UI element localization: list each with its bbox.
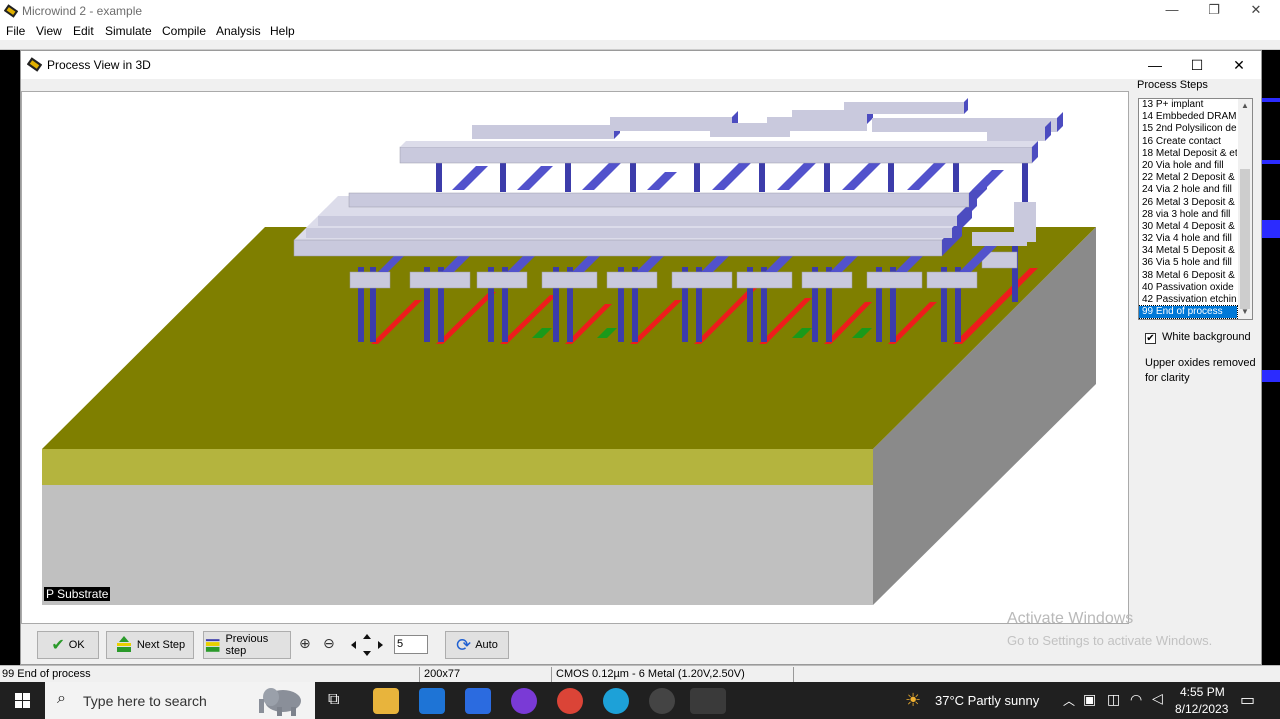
- scroll-up-icon[interactable]: ▲: [1238, 101, 1252, 110]
- 3d-process-viewport[interactable]: P Substrate: [21, 91, 1129, 624]
- white-background-label: White background: [1162, 331, 1251, 343]
- zoom-in-icon[interactable]: ⊕: [299, 635, 311, 652]
- weather-text[interactable]: 37°C Partly sunny: [935, 693, 1039, 708]
- layout-canvas-left: [0, 50, 20, 665]
- step-item[interactable]: 28 via 3 hole and fill: [1139, 209, 1237, 221]
- elephant-icon: [259, 688, 301, 716]
- metal-layer-bars-lower: [293, 175, 987, 257]
- previous-step-button[interactable]: Previous step: [203, 631, 291, 659]
- step-item[interactable]: 18 Metal Deposit & et: [1139, 148, 1237, 160]
- step-item[interactable]: 38 Metal 6 Deposit &: [1139, 270, 1237, 282]
- process-steps-title: Process Steps: [1137, 79, 1208, 91]
- auto-button[interactable]: ⟳ Auto: [445, 631, 509, 659]
- step-item[interactable]: 42 Passivation etchin: [1139, 294, 1237, 306]
- windows-taskbar: ⌕ Type here to search ⧉ ☀ 37°C Partly su…: [0, 682, 1280, 719]
- previous-step-icon: [205, 639, 220, 652]
- menu-file[interactable]: File: [6, 24, 25, 38]
- clock-time[interactable]: 4:55 PM: [1180, 685, 1225, 699]
- menu-analysis[interactable]: Analysis: [216, 24, 261, 38]
- copilot-icon[interactable]: [511, 688, 537, 714]
- dialog-close-button[interactable]: ✕: [1219, 54, 1259, 76]
- menu-edit[interactable]: Edit: [73, 24, 94, 38]
- substrate-label: P Substrate: [44, 587, 111, 601]
- mail-icon[interactable]: [419, 688, 445, 714]
- substrate-top-layer: [42, 449, 873, 485]
- toolbar: [0, 40, 1280, 50]
- microwind-app-icon: [4, 4, 18, 18]
- step-item[interactable]: 40 Passivation oxide: [1139, 282, 1237, 294]
- task-view-icon[interactable]: ⧉: [328, 691, 339, 709]
- step-item[interactable]: 13 P+ implant: [1139, 99, 1237, 111]
- store-icon[interactable]: [465, 688, 491, 714]
- menu-view[interactable]: View: [36, 24, 62, 38]
- search-placeholder: Type here to search: [83, 693, 207, 709]
- app-restore-button[interactable]: ❐: [1192, 0, 1236, 22]
- media-player-icon[interactable]: [649, 688, 675, 714]
- process-steps-list[interactable]: 13 P+ implant 14 Embbeded DRAM 15 2nd Po…: [1138, 98, 1253, 320]
- menu-compile[interactable]: Compile: [162, 24, 206, 38]
- statusbar: 99 End of process 200x77 CMOS 0.12µm - 6…: [0, 665, 1280, 682]
- step-item[interactable]: 34 Metal 5 Deposit &: [1139, 245, 1237, 257]
- ok-button[interactable]: ✔ OK: [37, 631, 99, 659]
- dialog-titlebar: Process View in 3D — ☐ ✕: [21, 51, 1261, 79]
- microwind-dialog-icon: [27, 57, 42, 72]
- scroll-down-icon[interactable]: ▼: [1238, 307, 1252, 316]
- chrome-icon[interactable]: [557, 688, 583, 714]
- upper-oxides-note: Upper oxides removed for clarity: [1145, 357, 1256, 384]
- menu-simulate[interactable]: Simulate: [105, 24, 152, 38]
- app-close-button[interactable]: ✕: [1234, 0, 1278, 22]
- search-icon: ⌕: [57, 690, 66, 707]
- 3d-chip-render: [42, 98, 1096, 605]
- status-size: 200x77: [422, 667, 552, 682]
- step-size-input[interactable]: 5: [394, 635, 428, 654]
- app-titlebar: Microwind 2 - example — ❐ ✕: [0, 0, 1280, 22]
- wifi-icon[interactable]: ◠: [1130, 691, 1142, 708]
- step-item[interactable]: 32 Via 4 hole and fill: [1139, 233, 1237, 245]
- clock-date[interactable]: 8/12/2023: [1175, 702, 1228, 716]
- next-step-button[interactable]: Next Step: [106, 631, 194, 659]
- file-explorer-icon[interactable]: [373, 688, 399, 714]
- step-item-selected[interactable]: 99 End of process: [1139, 305, 1238, 319]
- dialog-minimize-button[interactable]: —: [1135, 54, 1175, 76]
- step-item[interactable]: 36 Via 5 hole and fill: [1139, 257, 1237, 269]
- notifications-icon[interactable]: ▭: [1240, 690, 1255, 710]
- tray-chevron-icon[interactable]: ︿: [1063, 692, 1075, 709]
- process-view-dialog: Process View in 3D — ☐ ✕ P Substrate Pro…: [20, 50, 1262, 665]
- tray-meet-icon[interactable]: ◫: [1107, 691, 1120, 708]
- refresh-icon: ⟳: [456, 634, 472, 655]
- edge-icon[interactable]: [603, 688, 629, 714]
- weather-icon: ☀: [905, 690, 922, 710]
- step-item[interactable]: 22 Metal 2 Deposit &: [1139, 172, 1237, 184]
- step-item[interactable]: 20 Via hole and fill: [1139, 160, 1237, 172]
- tray-app-icon[interactable]: ▣: [1083, 691, 1096, 708]
- step-item[interactable]: 26 Metal 3 Deposit &: [1139, 197, 1237, 209]
- rotate-arrows-icon[interactable]: [349, 633, 385, 657]
- menubar: File View Edit Simulate Compile Analysis…: [0, 22, 1280, 40]
- menu-help[interactable]: Help: [270, 24, 295, 38]
- scroll-thumb[interactable]: [1240, 169, 1250, 309]
- zoom-out-icon[interactable]: ⊖: [323, 635, 335, 652]
- step-item[interactable]: 14 Embbeded DRAM: [1139, 111, 1237, 123]
- step-item[interactable]: 15 2nd Polysilicon dep: [1139, 123, 1237, 135]
- microwind-taskbar-icon[interactable]: [690, 688, 726, 714]
- white-background-checkbox[interactable]: ✔: [1145, 333, 1156, 344]
- dialog-title: Process View in 3D: [47, 58, 151, 72]
- steps-scrollbar[interactable]: ▲ ▼: [1238, 99, 1252, 319]
- status-technology: CMOS 0.12µm - 6 Metal (1.20V,2.50V): [554, 667, 794, 682]
- activate-windows-title: Activate Windows: [1007, 610, 1134, 627]
- dialog-maximize-button[interactable]: ☐: [1177, 54, 1217, 76]
- volume-icon[interactable]: ◁: [1152, 690, 1163, 707]
- app-minimize-button[interactable]: —: [1150, 0, 1194, 22]
- next-step-icon: [116, 636, 131, 652]
- step-item[interactable]: 30 Metal 4 Deposit &: [1139, 221, 1237, 233]
- app-title: Microwind 2 - example: [22, 4, 143, 18]
- status-current-step: 99 End of process: [0, 667, 420, 682]
- activate-windows-subtitle: Go to Settings to activate Windows.: [1007, 633, 1213, 648]
- taskbar-search-box[interactable]: ⌕ Type here to search: [45, 682, 315, 719]
- step-item[interactable]: 16 Create contact: [1139, 136, 1237, 148]
- checkmark-icon: ✔: [51, 637, 65, 654]
- step-item[interactable]: 24 Via 2 hole and fill: [1139, 184, 1237, 196]
- windows-start-icon[interactable]: [0, 682, 45, 719]
- layout-canvas-right: [1262, 50, 1280, 665]
